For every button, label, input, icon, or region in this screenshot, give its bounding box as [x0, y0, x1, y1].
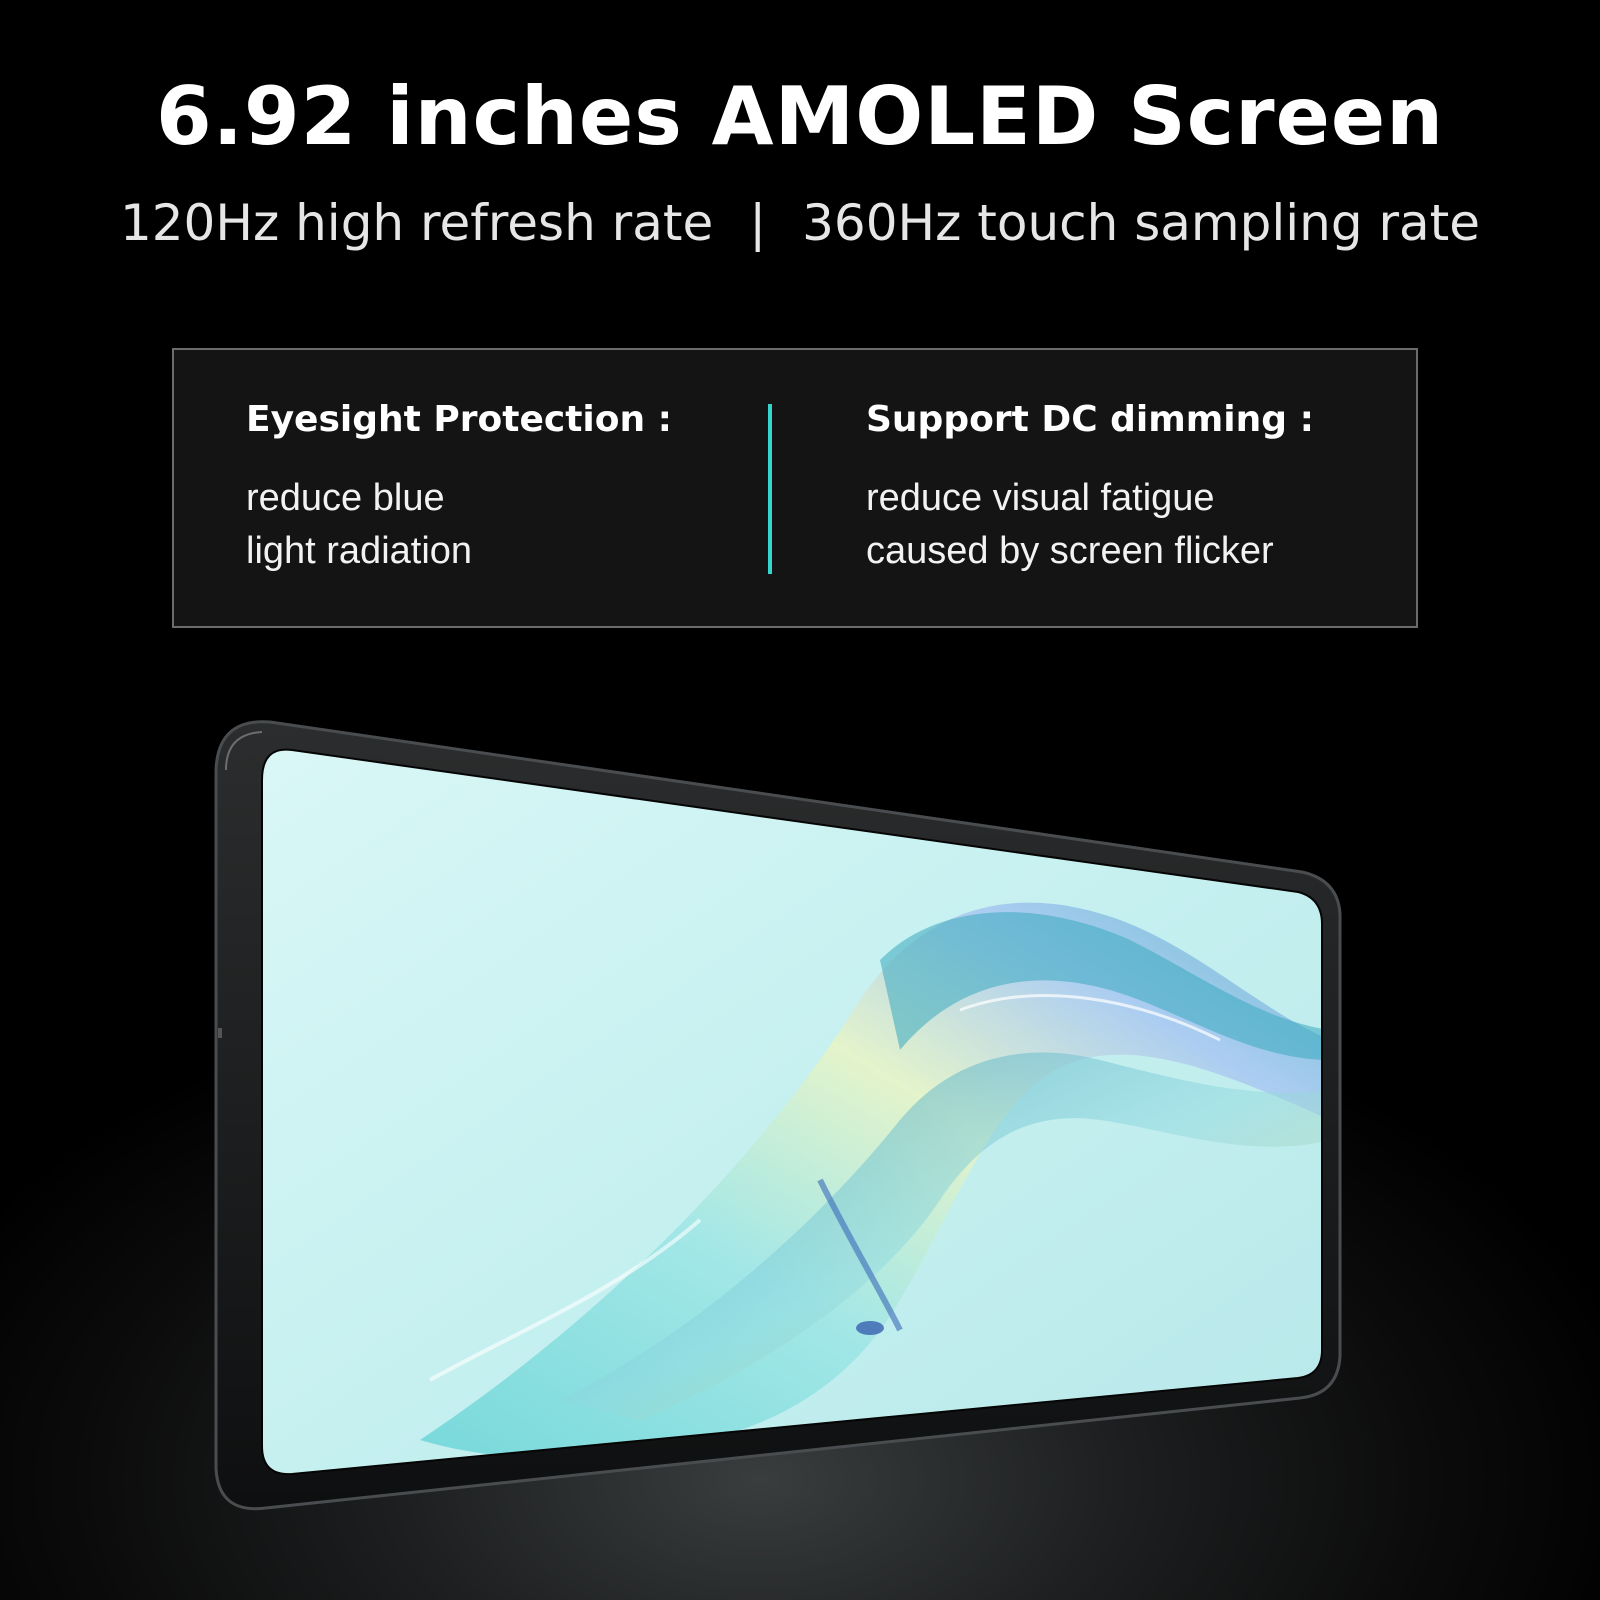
phone-illustration: [214, 720, 1342, 1511]
product-banner: 6.92 inches AMOLED Screen 120Hz high ref…: [0, 0, 1600, 1600]
phone-image: [0, 0, 1600, 1600]
